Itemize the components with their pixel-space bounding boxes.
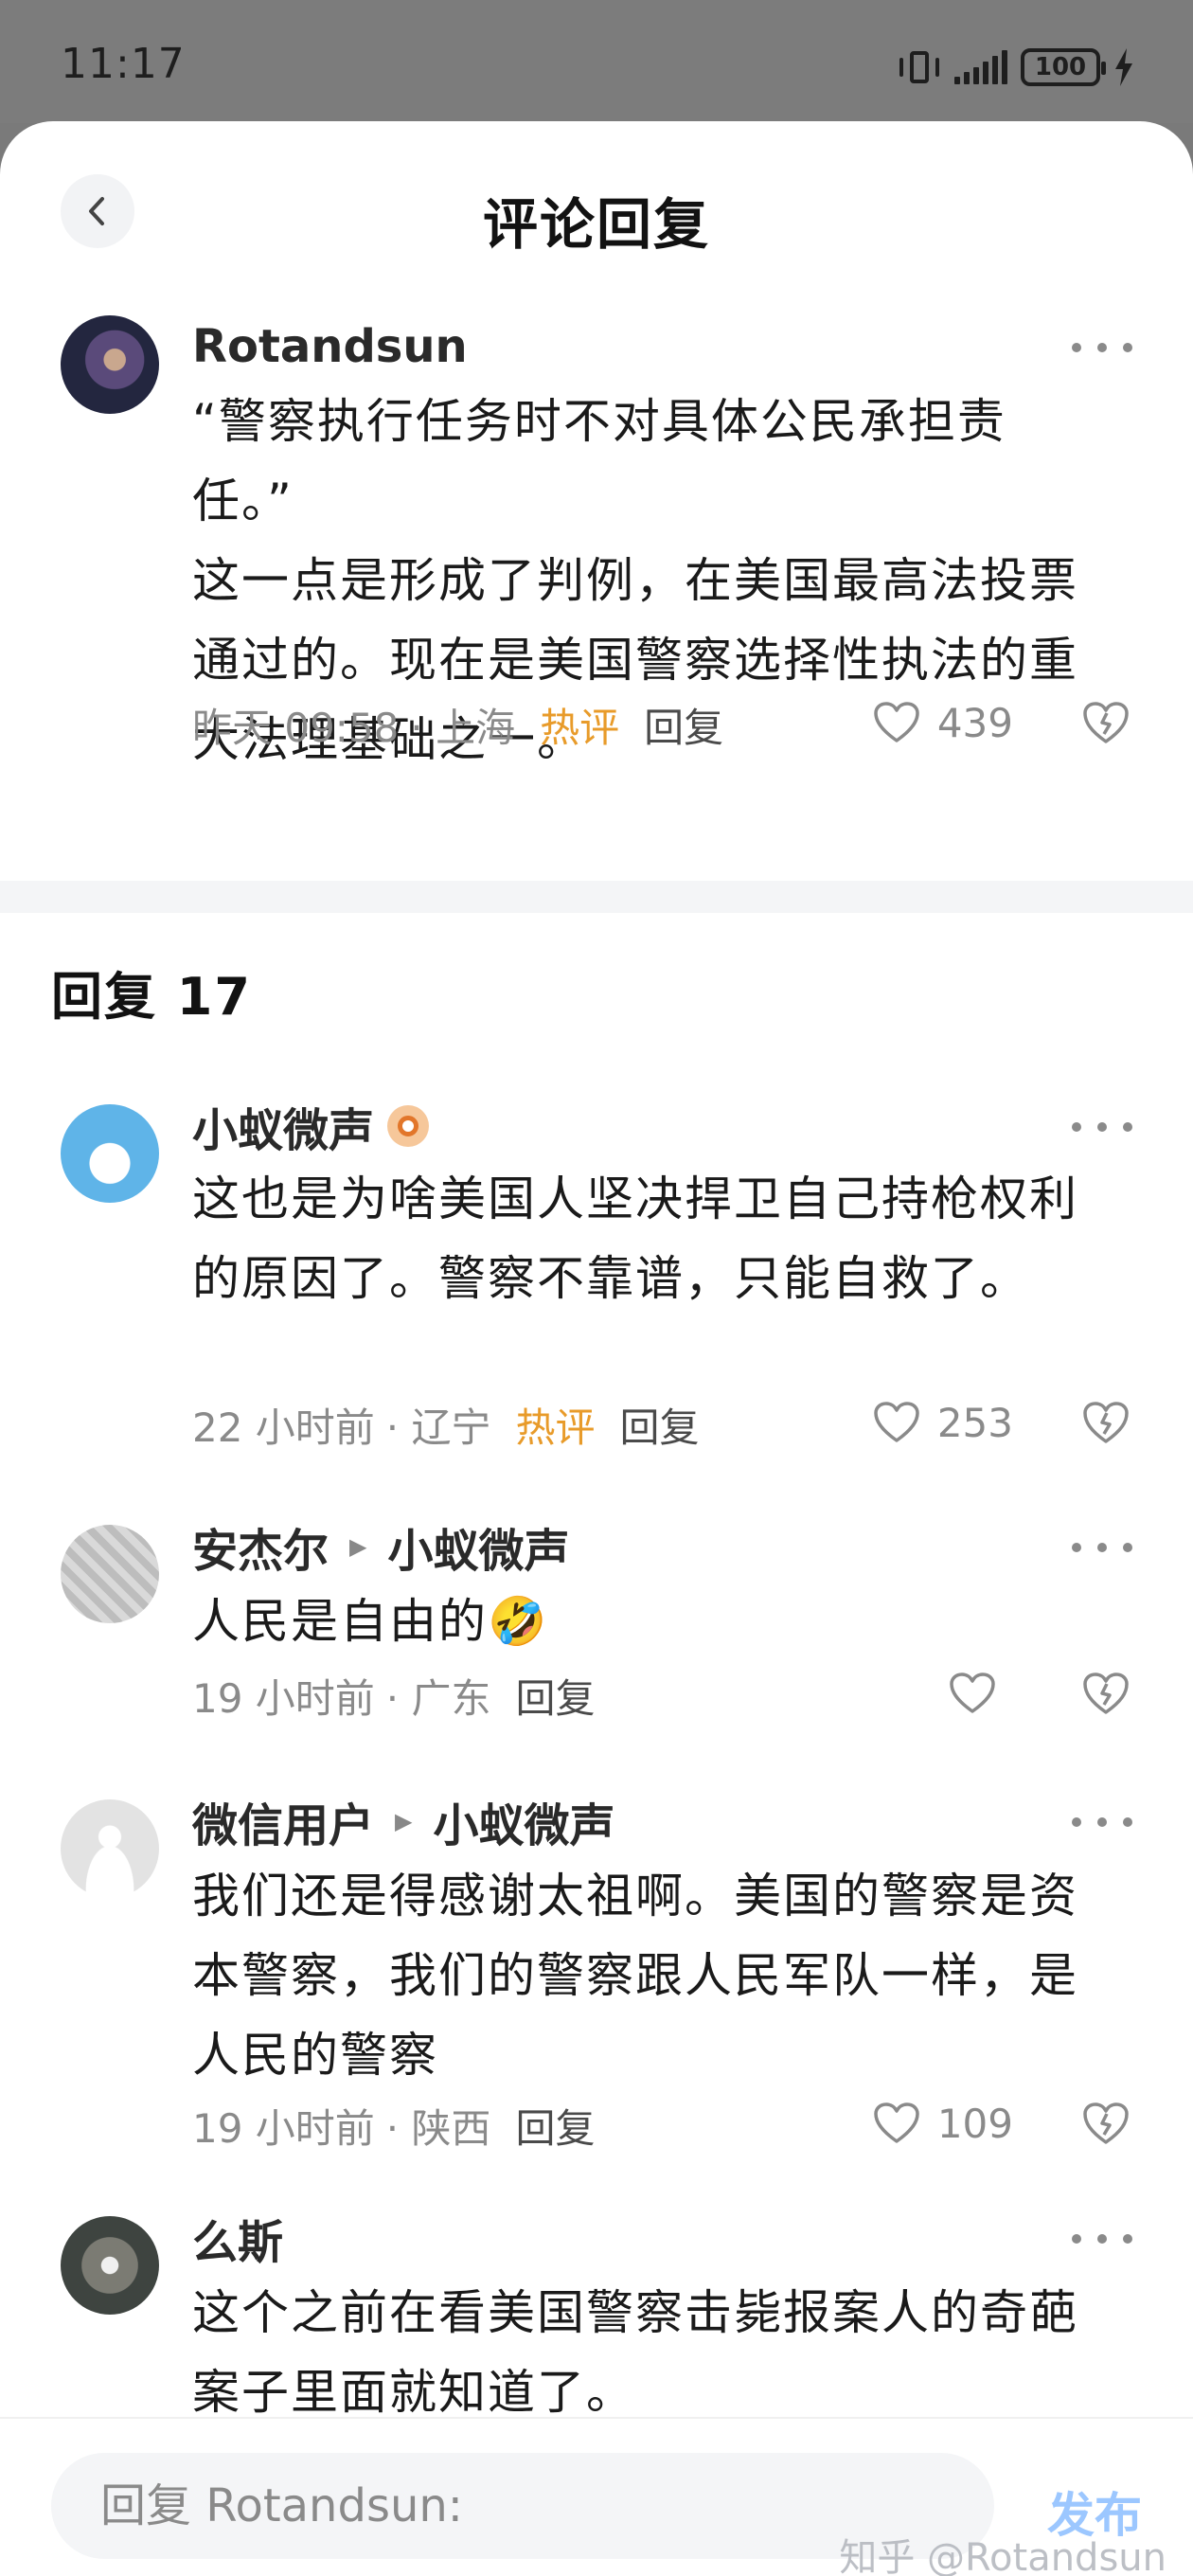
reply-item: 安杰尔 ▶ 小蚁微声 人民是自由的🤣 19 小时前 · 广东 回复	[0, 1513, 1193, 1769]
status-time: 11:17	[61, 40, 186, 88]
like-button[interactable]: 109	[873, 2095, 1013, 2152]
comment-reply-sheet: 评论回复 Rotandsun “警察执行任务时不对具体公民承担责任。” 这一点是…	[0, 121, 1193, 2576]
avatar[interactable]	[61, 315, 159, 414]
reply-arrow-icon: ▶	[349, 1533, 367, 1560]
hot-comment-badge: 热评	[515, 1404, 596, 1451]
author-name[interactable]: 小蚁微声	[192, 1093, 374, 1159]
reply-button[interactable]: 回复	[516, 1667, 596, 1725]
location: · 上海	[410, 704, 516, 751]
reply-item: 么斯 这个之前在看美国警察击毙报案人的奇葩案子里面就知道了。	[0, 2205, 1193, 2423]
comment-meta: 19 小时前 · 广东 回复	[192, 1667, 596, 1724]
reply-bar: 发布 知乎 @Rotandsun	[0, 2417, 1193, 2576]
like-button[interactable]: 253	[873, 1394, 1013, 1451]
comment-meta: 19 小时前 · 陕西 回复	[192, 2097, 596, 2154]
reply-button[interactable]: 回复	[620, 1396, 700, 1454]
more-options-button[interactable]	[1072, 329, 1132, 367]
author-name[interactable]: 么斯	[192, 2205, 283, 2271]
avatar[interactable]	[61, 2216, 159, 2315]
heart-icon	[874, 1402, 919, 1442]
like-count: 439	[936, 699, 1013, 746]
watermark: 知乎 @Rotandsun	[839, 2536, 1166, 2576]
timestamp: 19 小时前	[192, 2104, 375, 2152]
reply-item: 微信用户 ▶ 小蚁微声 我们还是得感谢太祖啊。美国的警察是资本警察，我们的警察跟…	[0, 1788, 1193, 2186]
like-count: 253	[936, 1399, 1013, 1446]
broken-heart-icon[interactable]	[1081, 1671, 1131, 1716]
author-row: 小蚁微声	[192, 1093, 430, 1159]
avatar[interactable]	[61, 1104, 159, 1203]
author-row: 安杰尔 ▶ 小蚁微声	[192, 1513, 570, 1580]
charging-bolt-icon	[1115, 48, 1132, 86]
heart-icon	[874, 702, 919, 742]
comment-text: 我们还是得感谢太祖啊。美国的警察是资本警察，我们的警察跟人民军队一样，是人民的警…	[192, 1869, 1078, 2083]
author-name[interactable]: Rotandsun	[192, 320, 468, 373]
timestamp: 22 小时前	[192, 1404, 375, 1451]
comment-text: 这也是为啥美国人坚决捍卫自己持枪权利的原因了。警察不靠谱，只能自救了。	[192, 1172, 1078, 1306]
like-button[interactable]: 439	[873, 694, 1013, 751]
signal-icon	[954, 50, 1007, 84]
like-count: 109	[936, 2100, 1013, 2147]
author-row: 微信用户 ▶ 小蚁微声	[192, 1788, 615, 1854]
more-options-button[interactable]	[1072, 1529, 1132, 1566]
page-title: 评论回复	[482, 192, 710, 257]
broken-heart-icon[interactable]	[1081, 1400, 1131, 1445]
vibrate-icon	[898, 48, 941, 86]
reply-to-name[interactable]: 小蚁微声	[387, 1513, 569, 1580]
hot-comment-badge: 热评	[540, 704, 620, 751]
broken-heart-icon[interactable]	[1081, 700, 1131, 745]
reply-item: 小蚁微声 这也是为啥美国人坚决捍卫自己持枪权利的原因了。警察不靠谱，只能自救了。…	[0, 1093, 1193, 1491]
location: · 广东	[385, 1674, 491, 1722]
author-name[interactable]: 微信用户	[192, 1788, 374, 1854]
comment-text: 人民是自由的🤣	[192, 1594, 549, 1649]
author-name[interactable]: 安杰尔	[192, 1513, 329, 1580]
location: · 陕西	[385, 2104, 491, 2152]
battery-icon: 100	[1021, 48, 1106, 86]
avatar[interactable]	[61, 1799, 159, 1898]
reply-to-name[interactable]: 小蚁微声	[433, 1788, 614, 1854]
main-comment: Rotandsun “警察执行任务时不对具体公民承担责任。” 这一点是形成了判例…	[0, 315, 1193, 884]
comment-text: 这个之前在看美国警察击毙报案人的奇葩案子里面就知道了。	[192, 2285, 1078, 2420]
avatar[interactable]	[61, 1525, 159, 1623]
header: 评论回复	[0, 121, 1193, 301]
more-options-button[interactable]	[1072, 2220, 1132, 2258]
replies-heading: 回复 17	[51, 967, 252, 1027]
more-options-button[interactable]	[1072, 1803, 1132, 1841]
heart-icon	[950, 1673, 995, 1713]
location: · 辽宁	[385, 1404, 491, 1451]
broken-heart-icon[interactable]	[1081, 2101, 1131, 2146]
more-options-button[interactable]	[1072, 1108, 1132, 1146]
reply-button[interactable]: 回复	[516, 2097, 596, 2155]
timestamp: 19 小时前	[192, 1674, 375, 1722]
status-icons: 100	[898, 44, 1134, 91]
status-bar: 11:17 100	[0, 0, 1193, 123]
reply-button[interactable]: 回复	[644, 696, 723, 754]
comment-meta: 22 小时前 · 辽宁 热评 回复	[192, 1396, 700, 1453]
like-button[interactable]	[949, 1665, 1013, 1722]
timestamp: 昨天 09:58	[192, 704, 400, 751]
reply-arrow-icon: ▶	[395, 1808, 413, 1834]
comment-meta: 昨天 09:58 · 上海 热评 回复	[192, 696, 723, 753]
author-row: 么斯	[192, 2205, 283, 2271]
creator-badge-icon	[387, 1105, 430, 1147]
section-divider	[0, 881, 1193, 913]
heart-icon	[874, 2102, 919, 2143]
author-row: Rotandsun	[192, 313, 468, 380]
